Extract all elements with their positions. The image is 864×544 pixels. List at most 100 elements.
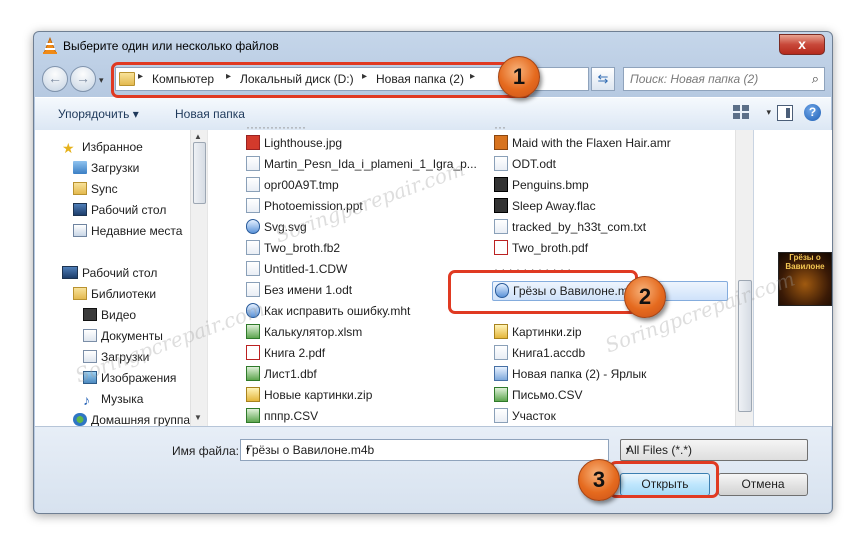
- file-name: Penguins.bmp: [512, 178, 589, 192]
- list-item[interactable]: Участок: [494, 406, 556, 426]
- bmp-file-icon: [494, 177, 508, 192]
- annotation-badge-3: 3: [578, 459, 620, 501]
- file-type-select[interactable]: All Files (*.*) ▾: [620, 439, 808, 461]
- sidebar-label: Sync: [91, 182, 118, 196]
- file-name: Письмо.CSV: [512, 388, 583, 402]
- sidebar-scroll-thumb[interactable]: [193, 142, 206, 204]
- list-item[interactable]: Untitled-1.CDW: [246, 259, 347, 279]
- chevron-down-icon: ▾: [132, 107, 139, 121]
- sidebar-item-music[interactable]: ♪ Музыка: [83, 392, 144, 408]
- sidebar-item-libraries[interactable]: Библиотеки: [73, 287, 156, 301]
- file-name: Калькулятор.xlsm: [264, 325, 363, 339]
- search-input[interactable]: Поиск: Новая папка (2) ⌕: [623, 67, 825, 91]
- list-item[interactable]: Penguins.bmp: [494, 175, 589, 195]
- view-icon[interactable]: [733, 105, 753, 121]
- sidebar-desktop-root[interactable]: Рабочий стол: [62, 266, 157, 280]
- file-icon: [246, 261, 260, 276]
- view-dropdown[interactable]: ▾: [766, 107, 771, 118]
- shortcut-icon: [494, 366, 508, 381]
- search-icon[interactable]: ⌕: [812, 71, 819, 87]
- sidebar-scrollbar[interactable]: ▲ ▼: [190, 130, 207, 426]
- csv-file-icon: [246, 408, 260, 423]
- file-icon: [246, 177, 260, 192]
- file-name: Новые картинки.zip: [264, 388, 373, 402]
- desktop-icon: [73, 203, 87, 216]
- window-title: Выберите один или несколько файлов: [63, 39, 279, 53]
- list-item[interactable]: Новые картинки.zip: [246, 385, 372, 405]
- forward-button[interactable]: →: [70, 66, 96, 92]
- jpg-file-icon: [246, 135, 260, 150]
- list-item[interactable]: tracked_by_h33t_com.txt: [494, 217, 646, 237]
- list-item[interactable]: opr00A9T.tmp: [246, 175, 339, 195]
- sidebar-label: Рабочий стол: [91, 203, 167, 217]
- amr-file-icon: [494, 135, 508, 150]
- recent-pages-dropdown[interactable]: ▾: [99, 75, 104, 86]
- sidebar-label: Недавние места: [91, 224, 183, 238]
- sidebar-item-downloads[interactable]: Загрузки: [73, 161, 139, 175]
- pdf-file-icon: [246, 345, 260, 360]
- title-bar[interactable]: Выберите один или несколько файлов x: [34, 32, 832, 60]
- list-item[interactable]: Книга 2.pdf: [246, 343, 325, 363]
- filename-input[interactable]: Грёзы о Вавилоне.m4b ▾: [240, 439, 609, 461]
- list-item[interactable]: Lighthouse.jpg: [246, 133, 342, 153]
- list-item[interactable]: Maid with the Flaxen Hair.amr: [494, 133, 671, 153]
- sidebar-item-video[interactable]: Видео: [83, 308, 136, 322]
- list-item[interactable]: Картинки.zip: [494, 322, 582, 342]
- preview-pane-icon[interactable]: [777, 105, 793, 121]
- file-name: Maid with the Flaxen Hair.amr: [512, 136, 671, 150]
- list-item[interactable]: Письмо.CSV: [494, 385, 583, 405]
- close-button[interactable]: x: [779, 34, 825, 55]
- sync-folder-icon: [73, 182, 87, 195]
- filename-label: Имя файла:: [172, 444, 239, 458]
- flac-file-icon: [494, 198, 508, 213]
- sidebar-favorites[interactable]: ★ Избранное: [62, 140, 143, 156]
- txt-file-icon: [494, 219, 508, 234]
- list-item[interactable]: Sleep Away.flac: [494, 196, 596, 216]
- odt-file-icon: [494, 156, 508, 171]
- file-icon: [246, 156, 260, 171]
- help-button[interactable]: ?: [804, 104, 821, 121]
- organize-button[interactable]: Упорядочить ▾: [58, 107, 139, 121]
- list-item[interactable]: Как исправить ошибку.mht: [246, 301, 410, 321]
- file-list-scrollbar[interactable]: [735, 130, 753, 426]
- list-item[interactable]: Калькулятор.xlsm: [246, 322, 362, 342]
- vlc-cone-icon: [43, 37, 57, 54]
- file-name: Как исправить ошибку.mht: [264, 304, 411, 318]
- file-name: Картинки.zip: [512, 325, 582, 339]
- refresh-button[interactable]: ⇆: [591, 67, 615, 91]
- new-folder-button[interactable]: Новая папка: [175, 107, 245, 121]
- annotation-highlight-address: [111, 62, 531, 98]
- chevron-down-icon[interactable]: ▾: [246, 445, 605, 454]
- file-name: Sleep Away.flac: [512, 199, 596, 213]
- file-name: Two_broth.fb2: [264, 241, 341, 255]
- file-icon: [246, 198, 260, 213]
- file-open-dialog: Выберите один или несколько файлов x ← →…: [33, 31, 833, 514]
- scroll-down-icon[interactable]: ▼: [194, 413, 202, 422]
- list-item[interactable]: Лист1.dbf: [246, 364, 317, 384]
- list-item[interactable]: Two_broth.pdf: [494, 238, 588, 258]
- file-name: Two_broth.pdf: [512, 241, 589, 255]
- file-name: Книга 2.pdf: [264, 346, 326, 360]
- back-button[interactable]: ←: [42, 66, 68, 92]
- sidebar-item-sync[interactable]: Sync: [73, 182, 118, 196]
- list-item[interactable]: Без имени 1.odt: [246, 280, 352, 300]
- file-icon: [246, 240, 260, 255]
- file-name: пппр.CSV: [264, 409, 319, 423]
- list-item[interactable]: Книга1.accdb: [494, 343, 585, 363]
- zip-file-icon: [494, 324, 508, 339]
- list-item[interactable]: Новая папка (2) - Ярлык: [494, 364, 646, 384]
- libraries-icon: [73, 287, 87, 300]
- accdb-file-icon: [494, 345, 508, 360]
- sidebar-item-recent-places[interactable]: Недавние места: [73, 224, 182, 238]
- cancel-button[interactable]: Отмена: [718, 473, 808, 496]
- sidebar-label: Музыка: [101, 392, 144, 406]
- navigation-pane: ★ Избранное Загрузки Sync Рабочий стол Не…: [35, 130, 207, 427]
- cover-text: Грёзы о Вавилоне: [785, 253, 825, 271]
- scroll-up-icon[interactable]: ▲: [194, 132, 202, 141]
- sidebar-item-homegroup[interactable]: Домашняя группа: [73, 413, 190, 427]
- list-item[interactable]: ODT.odt: [494, 154, 556, 174]
- list-item[interactable]: пппр.CSV: [246, 406, 318, 426]
- sidebar-label: Библиотеки: [91, 287, 157, 301]
- chevron-down-icon: ▾: [626, 445, 631, 454]
- sidebar-item-desktop[interactable]: Рабочий стол: [73, 203, 166, 217]
